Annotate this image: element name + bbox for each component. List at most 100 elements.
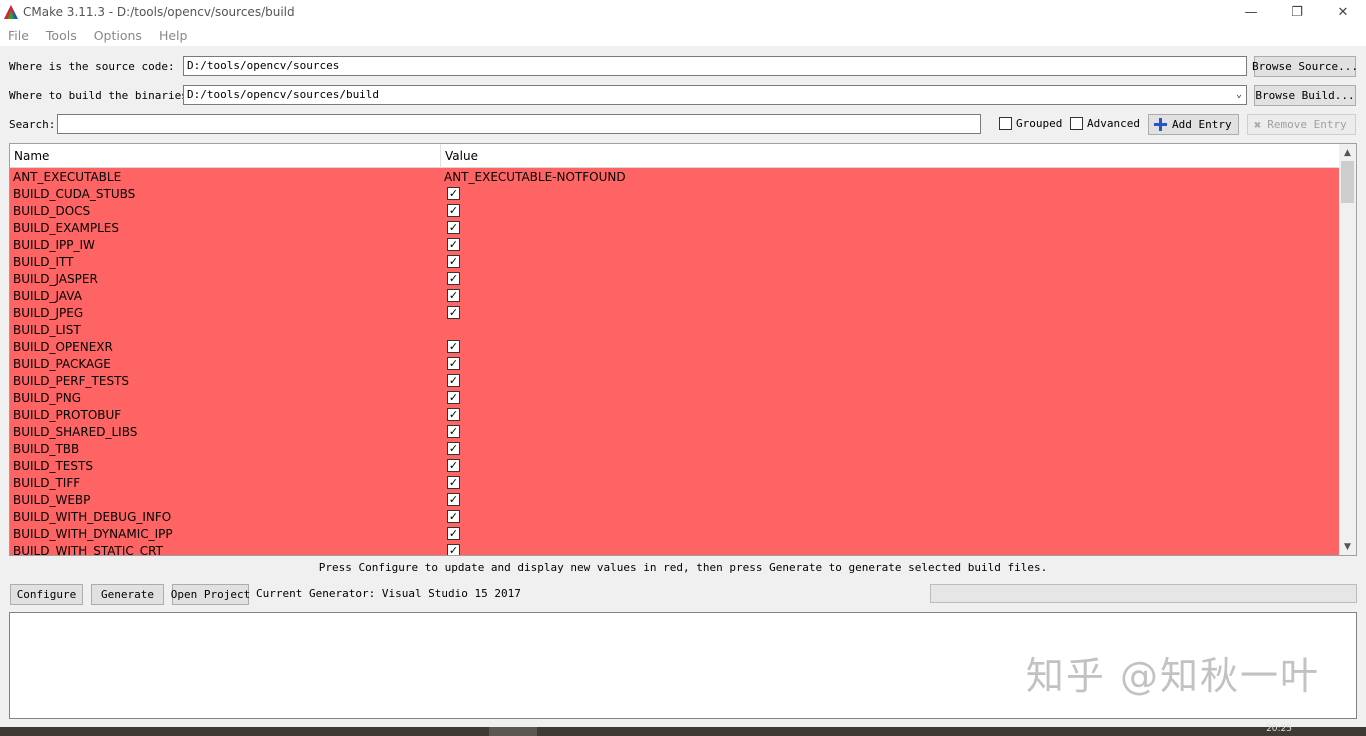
table-row[interactable]: BUILD_PROTOBUF ✓ xyxy=(10,406,1340,423)
vertical-scrollbar[interactable]: ▲ ▼ xyxy=(1339,144,1356,555)
menu-tools[interactable]: Tools xyxy=(46,28,77,43)
bool-checkbox[interactable]: ✓ xyxy=(447,476,460,489)
bool-checkbox[interactable]: ✓ xyxy=(447,493,460,506)
entry-value[interactable]: ✓ xyxy=(441,221,460,234)
bool-checkbox[interactable]: ✓ xyxy=(447,340,460,353)
entry-value[interactable]: ✓ xyxy=(441,391,460,404)
table-row[interactable]: BUILD_PACKAGE ✓ xyxy=(10,355,1340,372)
entry-value[interactable]: ✓ xyxy=(441,408,460,421)
bool-checkbox[interactable]: ✓ xyxy=(447,272,460,285)
table-row[interactable]: BUILD_WEBP ✓ xyxy=(10,491,1340,508)
entry-value[interactable]: ✓ xyxy=(441,340,460,353)
table-row[interactable]: BUILD_DOCS ✓ xyxy=(10,202,1340,219)
entry-value[interactable]: ✓ xyxy=(441,357,460,370)
table-row[interactable]: BUILD_PNG ✓ xyxy=(10,389,1340,406)
bool-checkbox[interactable]: ✓ xyxy=(447,255,460,268)
scroll-up-icon[interactable]: ▲ xyxy=(1339,144,1356,161)
entry-value[interactable]: ✓ xyxy=(441,544,460,555)
grouped-box[interactable] xyxy=(999,117,1012,130)
table-row[interactable]: BUILD_JASPER ✓ xyxy=(10,270,1340,287)
menu-file[interactable]: File xyxy=(8,28,29,43)
entry-value[interactable]: ✓ xyxy=(441,459,460,472)
generate-button[interactable]: Generate xyxy=(91,584,164,605)
entry-value[interactable]: ✓ xyxy=(441,238,460,251)
minimize-button[interactable]: — xyxy=(1228,0,1274,24)
bool-checkbox[interactable]: ✓ xyxy=(447,459,460,472)
entry-value[interactable]: ✓ xyxy=(441,187,460,200)
source-path-input[interactable]: D:/tools/opencv/sources xyxy=(183,56,1247,76)
entry-value[interactable]: ✓ xyxy=(441,527,460,540)
scrollbar-thumb[interactable] xyxy=(1341,161,1354,203)
search-input[interactable] xyxy=(57,114,981,134)
entry-value[interactable]: ✓ xyxy=(441,255,460,268)
entry-value[interactable]: ✓ xyxy=(441,425,460,438)
menu-options[interactable]: Options xyxy=(94,28,142,43)
table-row[interactable]: BUILD_WITH_DYNAMIC_IPP ✓ xyxy=(10,525,1340,542)
taskbar-app[interactable] xyxy=(489,727,537,736)
bool-checkbox[interactable]: ✓ xyxy=(447,357,460,370)
table-row[interactable]: BUILD_WITH_DEBUG_INFO ✓ xyxy=(10,508,1340,525)
bool-checkbox[interactable]: ✓ xyxy=(447,442,460,455)
entry-value[interactable]: ✓ xyxy=(441,204,460,217)
entry-value[interactable]: ✓ xyxy=(441,374,460,387)
open-project-button[interactable]: Open Project xyxy=(171,584,250,605)
hint-text: Press Configure to update and display ne… xyxy=(318,561,1048,574)
advanced-box[interactable] xyxy=(1070,117,1083,130)
table-row[interactable]: BUILD_EXAMPLES ✓ xyxy=(10,219,1340,236)
table-row[interactable]: ANT_EXECUTABLE ANT_EXECUTABLE-NOTFOUND xyxy=(10,168,1340,185)
bool-checkbox[interactable]: ✓ xyxy=(447,510,460,523)
bool-checkbox[interactable]: ✓ xyxy=(447,544,460,555)
entry-value[interactable]: ✓ xyxy=(441,493,460,506)
table-row[interactable]: BUILD_TIFF ✓ xyxy=(10,474,1340,491)
table-row[interactable]: BUILD_IPP_IW ✓ xyxy=(10,236,1340,253)
bool-checkbox[interactable]: ✓ xyxy=(447,527,460,540)
browse-source-button[interactable]: Browse Source... xyxy=(1252,56,1358,77)
browse-build-button[interactable]: Browse Build... xyxy=(1254,85,1356,106)
bool-checkbox[interactable]: ✓ xyxy=(447,374,460,387)
bool-checkbox[interactable]: ✓ xyxy=(447,408,460,421)
column-header-name[interactable]: Name xyxy=(10,144,441,168)
table-row[interactable]: BUILD_SHARED_LIBS ✓ xyxy=(10,423,1340,440)
taskbar: 20:25 xyxy=(0,724,1366,736)
entry-value[interactable]: ✓ xyxy=(441,510,460,523)
entry-value[interactable]: ✓ xyxy=(441,476,460,489)
entry-value[interactable]: ANT_EXECUTABLE-NOTFOUND xyxy=(441,170,626,184)
entry-value[interactable]: ✓ xyxy=(441,442,460,455)
entry-value[interactable]: ✓ xyxy=(441,289,460,302)
bool-checkbox[interactable]: ✓ xyxy=(447,425,460,438)
entry-value[interactable]: ✓ xyxy=(441,272,460,285)
bool-checkbox[interactable]: ✓ xyxy=(447,238,460,251)
build-path-value: D:/tools/opencv/sources/build xyxy=(187,88,380,101)
remove-entry-button[interactable]: ✖ Remove Entry xyxy=(1247,114,1356,135)
menu-help[interactable]: Help xyxy=(159,28,188,43)
build-path-combobox[interactable]: D:/tools/opencv/sources/build ⌄ xyxy=(183,85,1247,105)
table-row[interactable]: BUILD_LIST xyxy=(10,321,1340,338)
table-row[interactable]: BUILD_JPEG ✓ xyxy=(10,304,1340,321)
close-button[interactable]: ✕ xyxy=(1320,0,1366,24)
table-row[interactable]: BUILD_OPENEXR ✓ xyxy=(10,338,1340,355)
scroll-down-icon[interactable]: ▼ xyxy=(1339,538,1356,555)
table-row[interactable]: BUILD_TESTS ✓ xyxy=(10,457,1340,474)
grouped-checkbox[interactable]: Grouped xyxy=(999,117,1062,130)
advanced-checkbox[interactable]: Advanced xyxy=(1070,117,1140,130)
table-row[interactable]: BUILD_WITH_STATIC_CRT ✓ xyxy=(10,542,1340,556)
bool-checkbox[interactable]: ✓ xyxy=(447,306,460,319)
configure-button[interactable]: Configure xyxy=(10,584,83,605)
table-row[interactable]: BUILD_JAVA ✓ xyxy=(10,287,1340,304)
table-row[interactable]: BUILD_TBB ✓ xyxy=(10,440,1340,457)
bool-checkbox[interactable]: ✓ xyxy=(447,289,460,302)
restore-button[interactable]: ❐ xyxy=(1274,0,1320,24)
bool-checkbox[interactable]: ✓ xyxy=(447,391,460,404)
column-header-value[interactable]: Value xyxy=(441,144,478,168)
chevron-down-icon[interactable]: ⌄ xyxy=(1236,89,1242,100)
bool-checkbox[interactable]: ✓ xyxy=(447,204,460,217)
table-row[interactable]: BUILD_ITT ✓ xyxy=(10,253,1340,270)
bool-checkbox[interactable]: ✓ xyxy=(447,187,460,200)
table-row[interactable]: BUILD_PERF_TESTS ✓ xyxy=(10,372,1340,389)
table-row[interactable]: BUILD_CUDA_STUBS ✓ xyxy=(10,185,1340,202)
add-entry-button[interactable]: Add Entry xyxy=(1148,114,1239,135)
output-log[interactable]: 知乎 @知秋一叶 xyxy=(9,612,1357,719)
entry-name: BUILD_WITH_STATIC_CRT xyxy=(13,543,163,556)
bool-checkbox[interactable]: ✓ xyxy=(447,221,460,234)
entry-value[interactable]: ✓ xyxy=(441,306,460,319)
